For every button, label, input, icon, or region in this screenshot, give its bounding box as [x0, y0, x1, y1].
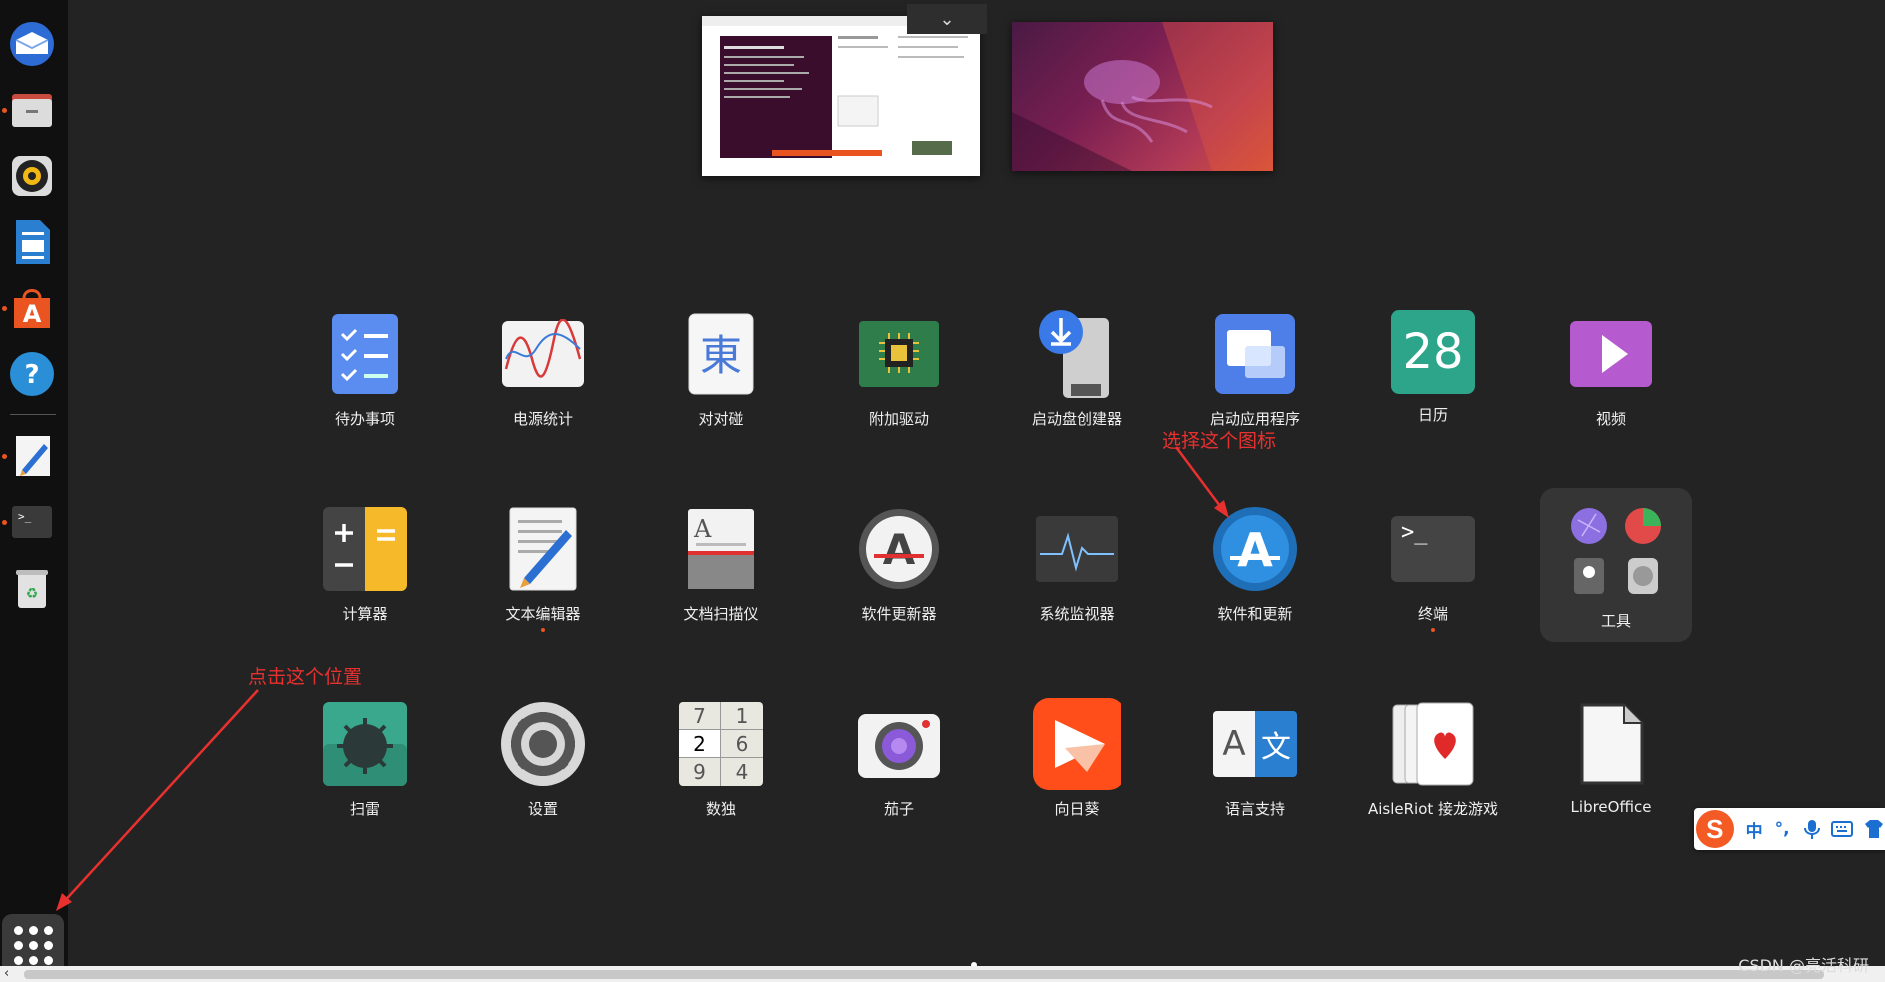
- watermark: CSDN @亮活科研: [1738, 956, 1869, 975]
- ime-toolbar[interactable]: S 中 °,: [1694, 808, 1885, 850]
- skin-icon[interactable]: [1863, 819, 1885, 839]
- sogou-logo-icon[interactable]: S: [1696, 810, 1734, 848]
- mic-icon[interactable]: [1802, 818, 1822, 840]
- ime-punct-toggle[interactable]: °,: [1775, 819, 1790, 839]
- keyboard-icon[interactable]: [1831, 820, 1854, 838]
- scroll-left-icon[interactable]: ‹: [4, 966, 9, 981]
- horizontal-scrollbar[interactable]: ‹: [0, 966, 1885, 982]
- scrollbar-thumb[interactable]: [24, 970, 1824, 979]
- annotation-click-here: 点击这个位置: [248, 666, 363, 688]
- annotation-arrows: [56, 446, 1229, 911]
- annotation-select-icon: 选择这个图标: [1162, 430, 1277, 452]
- ime-mode-toggle[interactable]: 中: [1746, 817, 1763, 842]
